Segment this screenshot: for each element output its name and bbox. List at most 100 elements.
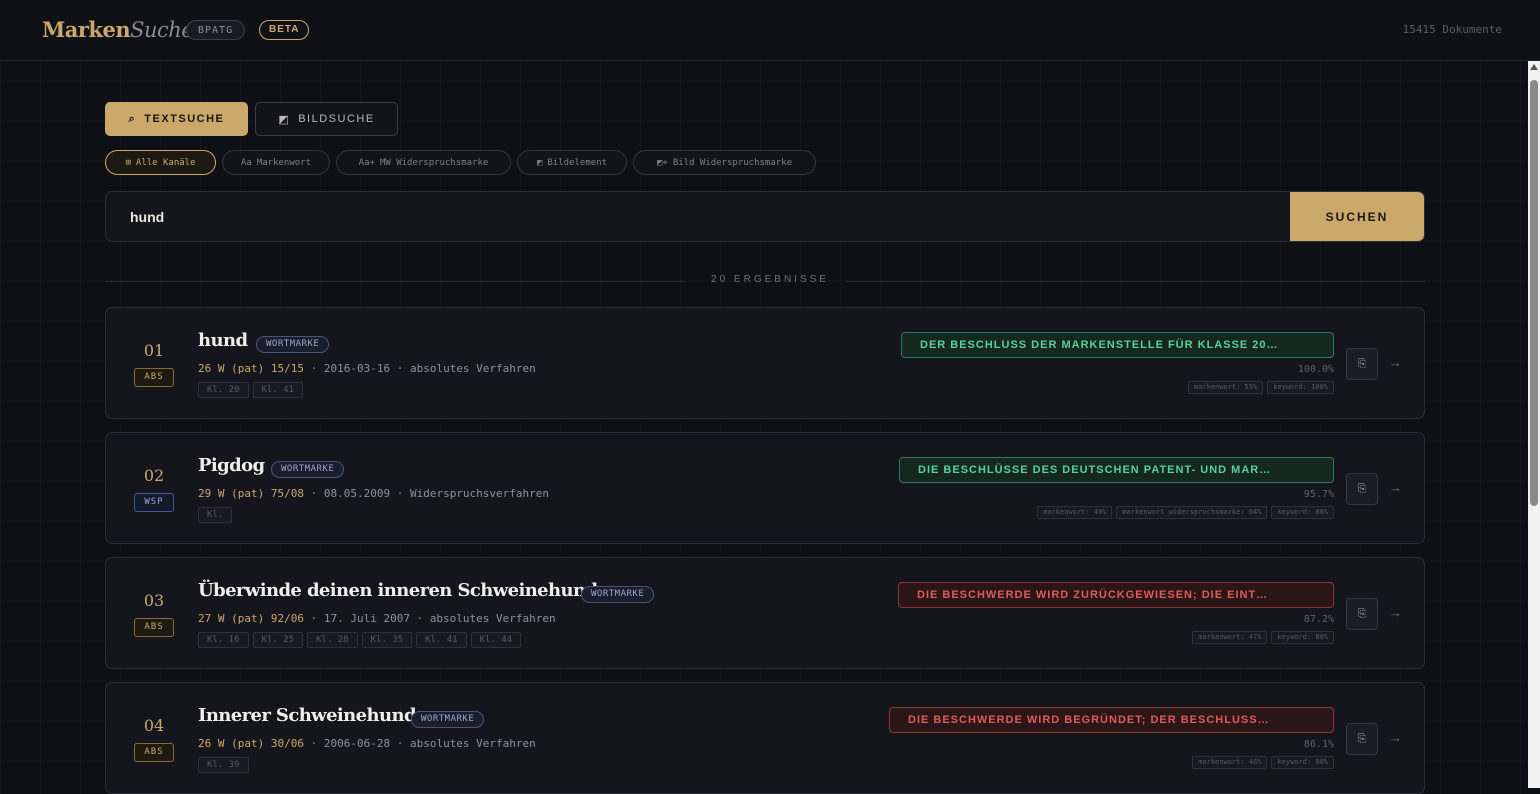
result-title[interactable]: Pigdog	[198, 455, 265, 476]
result-rank: 02	[143, 466, 165, 485]
result-rank: 01	[143, 341, 165, 360]
app-header: MarkenSuche BPATG BETA 15415 Dokumente	[0, 0, 1540, 61]
image-search-mode-button[interactable]: ◩ BILDSUCHE	[255, 102, 398, 136]
subscore-list: markenwort: 49% markenwort_widerspruchsm…	[1037, 506, 1334, 519]
channel-chip-bildelement[interactable]: ◩ Bildelement	[517, 150, 627, 175]
class-tag: Kl. 25	[252, 632, 304, 648]
channel-label: MW Widerspruchsmarke	[379, 157, 489, 168]
text-icon: Aa	[240, 157, 252, 168]
subscore-tag: markenwort: 46%	[1192, 756, 1268, 769]
result-card[interactable]: 01 ABS hund WORTMARKE 26 W (pat) 15/15 ·…	[105, 307, 1425, 419]
class-tag: Kl. 44	[470, 632, 522, 648]
image-icon: ◩	[536, 157, 543, 168]
procedure-badge: ABS	[134, 743, 174, 762]
search-icon: ⌕	[128, 112, 137, 125]
logo-main: Marken	[42, 17, 131, 42]
procedure-badge: WSP	[134, 493, 174, 512]
channel-chip-markenwort[interactable]: Aa Markenwort	[222, 150, 330, 175]
image-search-label: BILDSUCHE	[298, 113, 375, 125]
class-tag: Kl. 20	[198, 382, 249, 398]
mark-type-badge: WORTMARKE	[256, 336, 330, 353]
text-search-label: TEXTSUCHE	[144, 113, 225, 125]
result-card[interactable]: 04 ABS Innerer Schweinehund WORTMARKE 26…	[105, 682, 1425, 794]
result-title[interactable]: Überwinde deinen inneren Schweinehund	[198, 580, 598, 601]
copy-button[interactable]: ⎘	[1346, 473, 1378, 505]
channel-label: Bildelement	[547, 157, 608, 168]
aktenzeichen: 26 W (pat) 15/15	[198, 362, 304, 375]
subscore-list: markenwort: 55% keyword: 100%	[1187, 381, 1334, 394]
copy-icon: ⎘	[1357, 357, 1367, 370]
image-icon: ◩	[278, 113, 291, 126]
beta-badge: BETA	[259, 20, 310, 40]
image-plus-icon: ◩+	[656, 157, 668, 168]
copy-icon: ⎘	[1357, 607, 1367, 620]
copy-icon: ⎘	[1357, 732, 1367, 745]
channel-chip-bild-widerspruchsmarke[interactable]: ◩+ Bild Widerspruchsmarke	[633, 150, 816, 175]
result-meta: 27 W (pat) 92/06 · 17. Juli 2007 · absol…	[198, 612, 556, 625]
class-tag: Kl. 28	[307, 632, 358, 648]
class-tag: Kl.	[198, 507, 233, 523]
subscore-tag: keyword: 88%	[1271, 756, 1334, 769]
results-count: 20 ERGEBNISSE	[711, 274, 829, 285]
document-count: 15415 Dokumente	[1402, 23, 1502, 36]
subscore-tag: keyword: 88%	[1271, 631, 1334, 644]
search-input[interactable]	[106, 192, 1291, 241]
result-card[interactable]: 02 WSP Pigdog WORTMARKE 29 W (pat) 75/08…	[105, 432, 1425, 544]
mark-type-badge: WORTMARKE	[271, 461, 345, 478]
aktenzeichen: 26 W (pat) 30/06	[198, 737, 304, 750]
result-meta: 26 W (pat) 30/06 · 2006-06-28 · absolute…	[198, 737, 536, 750]
logo-suffix: Suche	[130, 18, 194, 42]
decision-date: 2006-06-28	[323, 737, 391, 750]
channel-label: Alle Kanäle	[135, 157, 196, 168]
open-arrow-icon[interactable]: →	[1389, 355, 1402, 370]
class-list: Kl. 20 Kl. 41	[198, 382, 304, 398]
procedure-type: absolutes Verfahren	[409, 737, 536, 750]
divider-right	[845, 281, 1425, 282]
result-card[interactable]: 03 ABS Überwinde deinen inneren Schweine…	[105, 557, 1425, 669]
relevance-score: 95.7%	[1303, 489, 1334, 500]
channel-chip-mw-widerspruchsmarke[interactable]: Aa+ MW Widerspruchsmarke	[336, 150, 511, 175]
channel-label: Bild Widerspruchsmarke	[672, 157, 793, 168]
scroll-up-arrow-icon[interactable]	[1530, 64, 1538, 70]
decision-snippet: DER BESCHLUSS DER MARKENSTELLE FÜR KLASS…	[901, 332, 1334, 358]
search-bar: SUCHEN	[105, 191, 1425, 242]
mark-type-badge: WORTMARKE	[581, 586, 655, 603]
class-tag: Kl. 41	[416, 632, 467, 648]
class-tag: Kl. 41	[252, 382, 304, 398]
relevance-score: 100.0%	[1297, 364, 1334, 375]
text-search-mode-button[interactable]: ⌕ TEXTSUCHE	[105, 102, 248, 136]
copy-button[interactable]: ⎘	[1346, 723, 1378, 755]
search-button[interactable]: SUCHEN	[1290, 192, 1424, 241]
source-badge: BPATG	[186, 20, 246, 40]
copy-button[interactable]: ⎘	[1346, 348, 1378, 380]
channel-chip-all[interactable]: ⊞ Alle Kanäle	[105, 150, 216, 175]
open-arrow-icon[interactable]: →	[1389, 605, 1402, 620]
subscore-tag: keyword: 100%	[1267, 381, 1334, 394]
class-list: Kl.	[198, 507, 233, 523]
class-tag: Kl. 35	[361, 632, 413, 648]
procedure-type: Widerspruchsverfahren	[409, 487, 550, 500]
open-arrow-icon[interactable]: →	[1389, 730, 1402, 745]
open-arrow-icon[interactable]: →	[1389, 480, 1402, 495]
decision-date: 2016-03-16	[323, 362, 391, 375]
result-title[interactable]: Innerer Schweinehund	[198, 705, 417, 726]
grid-icon: ⊞	[125, 157, 131, 168]
subscore-list: markenwort: 47% keyword: 88%	[1192, 631, 1334, 644]
class-list: Kl. 16 Kl. 25 Kl. 28 Kl. 35 Kl. 41 Kl. 4…	[198, 632, 522, 648]
channel-label: Markenwort	[256, 157, 312, 168]
app-logo[interactable]: MarkenSuche	[42, 17, 194, 42]
mark-type-badge: WORTMARKE	[411, 711, 485, 728]
subscore-tag: markenwort_widerspruchsmarke: 64%	[1116, 506, 1268, 519]
text-plus-icon: Aa+	[358, 157, 375, 168]
result-title[interactable]: hund	[198, 330, 248, 351]
decision-snippet: DIE BESCHWERDE WIRD BEGRÜNDET; DER BESCH…	[889, 707, 1334, 733]
aktenzeichen: 27 W (pat) 92/06	[198, 612, 304, 625]
result-meta: 26 W (pat) 15/15 · 2016-03-16 · absolute…	[198, 362, 536, 375]
scrollbar-thumb[interactable]	[1530, 80, 1538, 506]
decision-snippet: DIE BESCHWERDE WIRD ZURÜCKGEWIESEN; DIE …	[898, 582, 1334, 608]
result-rank: 04	[143, 716, 165, 735]
class-list: Kl. 39	[198, 757, 249, 773]
divider-left	[105, 281, 685, 282]
class-tag: Kl. 16	[198, 632, 249, 648]
copy-button[interactable]: ⎘	[1346, 598, 1378, 630]
